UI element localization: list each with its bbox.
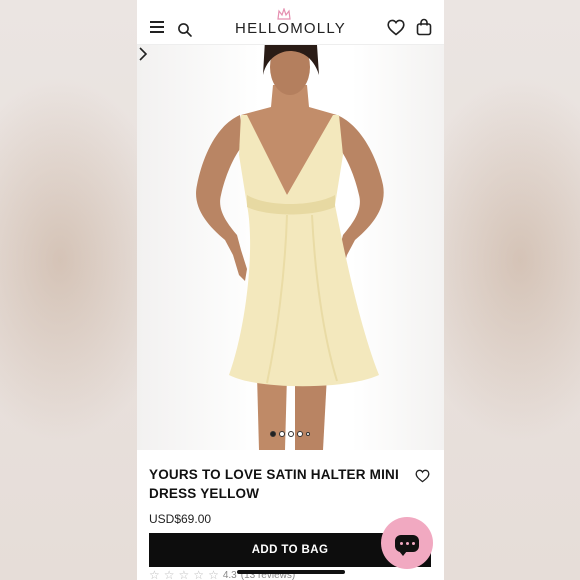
- pagination-dot[interactable]: [279, 431, 285, 437]
- star-icon: ☆: [208, 568, 219, 580]
- wishlist-heart-icon[interactable]: [387, 19, 405, 36]
- pagination-dot[interactable]: [306, 432, 310, 436]
- site-header: HELLOMOLLY: [137, 0, 444, 45]
- home-indicator: [237, 570, 345, 574]
- pagination-dot[interactable]: [288, 431, 294, 437]
- pagination-dot[interactable]: [270, 431, 276, 437]
- pagination-dot[interactable]: [297, 431, 303, 437]
- rating-value: 4.3: [222, 569, 237, 580]
- favorite-heart-icon[interactable]: [415, 469, 430, 483]
- product-photo: [196, 45, 384, 450]
- crown-icon: [277, 8, 291, 20]
- gallery-pagination[interactable]: [270, 431, 310, 437]
- product-image-gallery[interactable]: [137, 45, 444, 450]
- chat-icon: [395, 534, 419, 556]
- chevron-right-icon[interactable]: [137, 45, 149, 63]
- star-icon: ☆: [163, 568, 175, 580]
- chat-button[interactable]: [381, 517, 433, 569]
- star-icon: ☆: [193, 568, 205, 580]
- product-price: USD$69.00: [149, 512, 212, 526]
- star-icon: ☆: [178, 568, 190, 580]
- product-title-line: YOURS TO LOVE SATIN HALTER MINI: [149, 467, 399, 482]
- product-title-line: DRESS YELLOW: [149, 486, 260, 501]
- product-title: YOURS TO LOVE SATIN HALTER MINI DRESS YE…: [149, 465, 399, 503]
- shopping-bag-icon[interactable]: [416, 18, 432, 36]
- star-icon: ☆: [149, 568, 160, 580]
- phone-screen: HELLOMOLLY YOURS TO LOVE SATIN HALTER MI…: [137, 0, 444, 580]
